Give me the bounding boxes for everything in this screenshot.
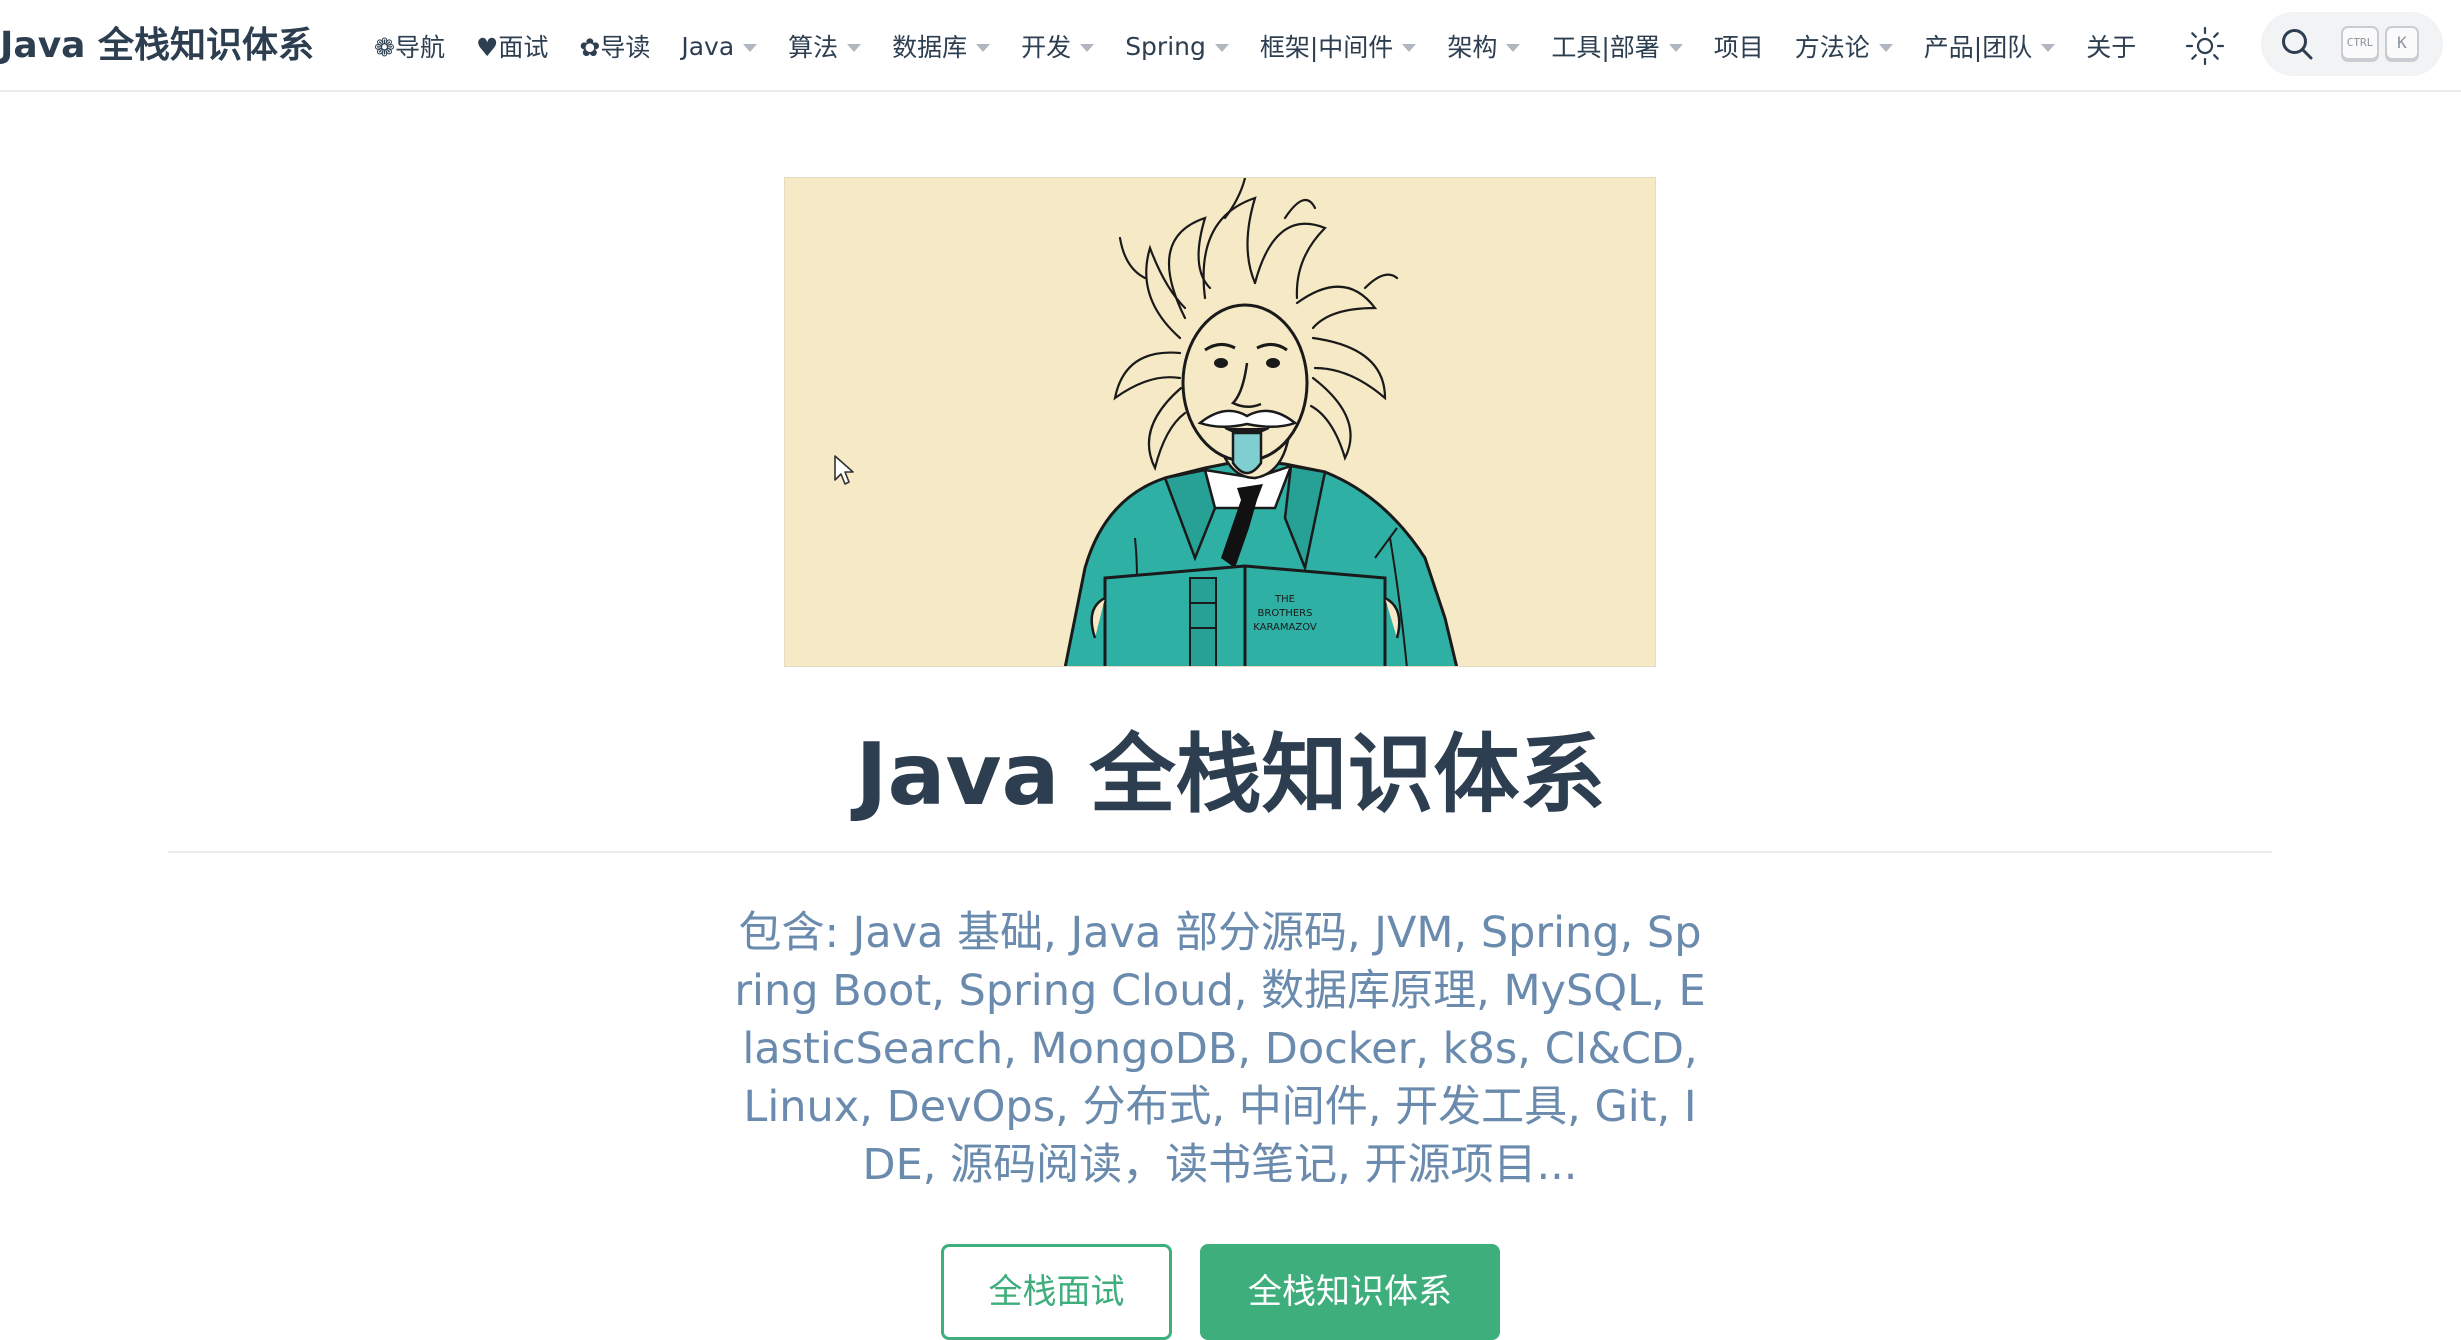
caret-down-icon <box>1506 43 1521 52</box>
nav-item-13[interactable]: 产品|团队 <box>1923 28 2056 64</box>
nav-item-9[interactable]: 架构 <box>1447 28 1521 64</box>
nav-item-label: 产品|团队 <box>1923 33 2033 62</box>
caret-down-icon <box>1214 43 1229 52</box>
nav-item-11[interactable]: 项目 <box>1714 28 1764 64</box>
nav-item-10[interactable]: 工具|部署 <box>1551 28 1683 64</box>
caret-down-icon <box>1878 43 1893 52</box>
theme-toggle-button[interactable] <box>2183 24 2227 68</box>
mouse-cursor-icon <box>834 455 854 485</box>
nav-item-label: 算法 <box>788 33 839 62</box>
nav-item-14[interactable]: 关于 <box>2086 28 2136 64</box>
hero-divider <box>168 851 2272 853</box>
nav-item-label: ♥面试 <box>475 33 549 62</box>
book-title-line-2: BROTHERS <box>1258 608 1313 619</box>
nav-item-8[interactable]: 框架|中间件 <box>1259 28 1417 64</box>
nav-item-label: ✿导读 <box>579 33 651 62</box>
nav-item-label: 数据库 <box>892 33 968 62</box>
sun-icon <box>2185 26 2225 66</box>
einstein-illustration: THE BROTHERS KARAMAZOV <box>785 178 1655 666</box>
nav-item-6[interactable]: 开发 <box>1021 28 1095 64</box>
search-button[interactable]: CTRL K <box>2261 12 2443 76</box>
caret-down-icon <box>743 43 758 52</box>
search-icon <box>2282 29 2313 60</box>
caret-down-icon <box>847 43 862 52</box>
top-navbar: Java 全栈知识体系 ❁导航 ♥面试 ✿导读 Java 算法 数据库 开发 Spring 框架… <box>0 0 2461 92</box>
nav-item-1[interactable]: ♥面试 <box>476 28 548 64</box>
nav-item-label: 方法论 <box>1794 33 1870 62</box>
nav-links: ❁导航 ♥面试 ✿导读 Java 算法 数据库 开发 Spring 框架|中间件 架构 工具|部署 项… <box>374 22 2167 70</box>
k-key-hint: K <box>2385 26 2419 60</box>
nav-item-7[interactable]: Spring <box>1125 32 1229 61</box>
nav-item-label: 工具|部署 <box>1551 33 1660 62</box>
caret-down-icon <box>2041 43 2056 52</box>
caret-down-icon <box>976 43 991 52</box>
nav-item-4[interactable]: 算法 <box>788 28 862 64</box>
caret-down-icon <box>1402 43 1417 52</box>
nav-item-0[interactable]: ❁导航 <box>374 28 445 64</box>
hero-title: Java 全栈知识体系 <box>855 725 1606 825</box>
nav-item-label: Spring <box>1125 31 1206 61</box>
ctrl-key-hint: CTRL <box>2341 26 2379 60</box>
knowledge-system-button[interactable]: 全栈知识体系 <box>1200 1244 1500 1340</box>
hero-image: THE BROTHERS KARAMAZOV <box>784 177 1656 667</box>
book-title-line-3: KARAMAZOV <box>1253 622 1317 633</box>
book-title-line-1: THE <box>1274 594 1295 605</box>
nav-item-label: 框架|中间件 <box>1259 33 1394 62</box>
nav-item-3[interactable]: Java <box>681 31 758 61</box>
interview-button[interactable]: 全栈面试 <box>941 1244 1172 1340</box>
nav-item-5[interactable]: 数据库 <box>892 28 991 64</box>
nav-item-label: 项目 <box>1713 33 1764 62</box>
nav-item-label: 架构 <box>1447 33 1498 62</box>
nav-item-label: 开发 <box>1021 33 1072 62</box>
caret-down-icon <box>1080 43 1095 52</box>
nav-item-label: Java <box>681 31 735 61</box>
nav-item-2[interactable]: ✿导读 <box>579 28 650 64</box>
hero-description: 包含: Java 基础, Java 部分源码, JVM, Spring, Spr… <box>734 908 1706 1190</box>
nav-item-label: 关于 <box>2086 33 2137 62</box>
site-title[interactable]: Java 全栈知识体系 <box>0 18 314 74</box>
nav-item-label: ❁导航 <box>374 33 445 62</box>
caret-down-icon <box>1668 43 1683 52</box>
nav-item-12[interactable]: 方法论 <box>1795 28 1893 64</box>
